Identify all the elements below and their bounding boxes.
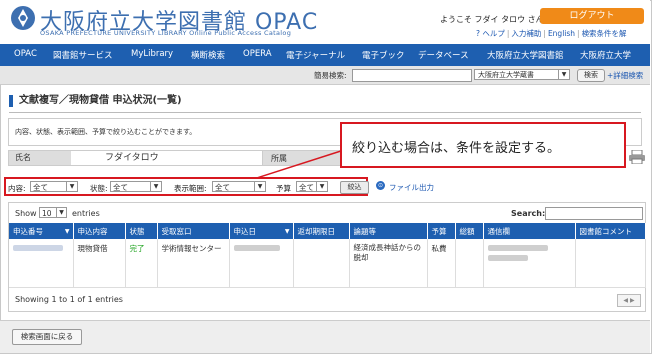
printer-icon[interactable] — [628, 150, 646, 164]
sort-desc-icon: ▼ — [284, 228, 290, 235]
name-value: フダイタロウ — [105, 153, 159, 163]
filter-status-select[interactable]: 全て ▼ — [110, 181, 162, 192]
filter-range-select[interactable]: 全て ▼ — [212, 181, 266, 192]
nav-item-opac[interactable]: OPAC — [14, 49, 37, 59]
user-name-row: 氏名 フダイタロウ — [8, 150, 282, 166]
site-brand-subtitle: OSAKA PREFECTURE UNIVERSITY LIBRARY Onli… — [40, 29, 292, 37]
col-header-budget[interactable]: 予算 — [427, 223, 456, 239]
table-search-label: Search: — [511, 209, 546, 218]
show-label: Show — [15, 209, 37, 218]
filter-content-select[interactable]: 全て ▼ — [30, 181, 78, 192]
department-label: 所属 — [271, 154, 287, 163]
filter-budget-value: 全て — [299, 183, 314, 192]
cell-total — [455, 239, 484, 288]
file-output-icon[interactable]: ⊙ — [376, 181, 385, 190]
input-assist-link[interactable]: 入力補助 — [511, 29, 541, 38]
filter-content-value: 全て — [33, 183, 48, 192]
col-header-status[interactable]: 状態 — [125, 223, 158, 239]
col-header-total[interactable]: 総額 — [455, 223, 484, 239]
site-header: 大阪府立大学図書館 OPAC OSAKA PREFECTURE UNIVERSI… — [0, 0, 650, 44]
chevron-down-icon: ▼ — [254, 182, 265, 191]
filter-range-label: 表示範囲: — [174, 184, 207, 193]
chevron-down-icon: ▼ — [558, 70, 569, 80]
page-title: 文献複写／現物貸借 申込状況(一覧) — [9, 95, 182, 107]
col-header-library-comment[interactable]: 図書館コメント — [575, 223, 646, 239]
title-divider — [9, 112, 641, 113]
table-info-text: Showing 1 to 1 of 1 entries — [15, 295, 123, 304]
help-link[interactable]: ? ヘルプ — [476, 29, 505, 38]
english-link[interactable]: English — [548, 29, 575, 38]
quick-search-button[interactable]: 検索 — [577, 69, 605, 82]
quick-search-bar: 簡易検索: 大阪府立大学蔵書 ▼ 検索 +詳細検索 — [0, 66, 650, 85]
back-to-search-button[interactable]: 検索画面に戻る — [12, 329, 82, 345]
cell-comm — [483, 239, 576, 288]
chevron-down-icon: ▼ — [150, 182, 161, 191]
nav-item-database[interactable]: データベース — [418, 49, 469, 61]
clear-conditions-link[interactable]: 検索条件を解 — [582, 29, 627, 38]
filter-budget-select[interactable]: 全て ▼ — [296, 181, 328, 192]
callout-box: 絞り込む場合は、条件を設定する。 — [340, 122, 626, 168]
footer-bar: 検索画面に戻る — [0, 320, 650, 353]
welcome-text: ようこそ フダイ タロウ さん — [440, 15, 544, 24]
filter-range-value: 全て — [215, 183, 230, 192]
cell-status: 完了 — [125, 239, 158, 288]
cell-title: 経済成長神話からの脱却 — [349, 239, 428, 288]
col-header-request-content[interactable]: 申込内容 — [73, 223, 126, 239]
table-search-input[interactable] — [545, 207, 643, 220]
table-row[interactable]: 現物貸借 完了 学術情報センター 経済成長神話からの脱却 私費 — [9, 239, 646, 288]
name-label: 氏名 — [9, 151, 71, 165]
filter-budget-label: 予算 — [276, 184, 291, 193]
cell-due-date — [293, 239, 350, 288]
filter-content-label: 内容: — [8, 184, 26, 193]
file-output-link[interactable]: ファイル出力 — [389, 182, 434, 193]
quick-search-label: 簡易検索: — [314, 71, 347, 80]
filter-apply-button[interactable]: 絞込 — [340, 181, 369, 194]
cell-request-content: 現物貸借 — [73, 239, 126, 288]
nav-item-cross-search[interactable]: 横断検索 — [191, 49, 225, 61]
nav-item-ebook[interactable]: 電子ブック — [362, 49, 405, 61]
nav-item-mylibrary[interactable]: MyLibrary — [131, 49, 173, 59]
logout-button[interactable]: ログアウト — [540, 8, 644, 24]
advanced-search-link[interactable]: +詳細検索 — [607, 70, 643, 81]
quick-search-scope-value: 大阪府立大学蔵書 — [478, 71, 534, 79]
top-links: ? ヘルプ | 入力補助 | English | 検索条件を解 — [476, 29, 627, 38]
callout-text: 絞り込む場合は、条件を設定する。 — [352, 141, 561, 156]
chevron-down-icon: ▼ — [56, 208, 66, 217]
table-header-row: 申込番号 ▼ 申込内容 状態 受取窓口 申込日 ▼ 返却期限日 論題等 予算 総額 … — [9, 223, 646, 239]
col-header-request-no[interactable]: 申込番号 ▼ — [9, 223, 74, 239]
nav-item-university[interactable]: 大阪府立大学 — [580, 49, 631, 61]
cell-request-date — [229, 239, 294, 288]
page-length-select[interactable]: 10 ▼ — [39, 207, 67, 218]
col-header-pickup[interactable]: 受取窓口 — [157, 223, 230, 239]
quick-search-scope-select[interactable]: 大阪府立大学蔵書 ▼ — [474, 69, 570, 80]
info-text: 内容、状態、表示範囲、予算で絞り込むことができます。 — [15, 128, 197, 136]
results-table: 申込番号 ▼ 申込内容 状態 受取窓口 申込日 ▼ 返却期限日 論題等 予算 総額 … — [9, 223, 646, 288]
nav-item-university-library[interactable]: 大阪府立大学図書館 — [487, 49, 564, 61]
results-panel: Show 10 ▼ entries Search: 申込番号 ▼ 申込内容 状態 受… — [8, 202, 646, 312]
col-header-request-date[interactable]: 申込日 ▼ — [229, 223, 294, 239]
col-header-due-date[interactable]: 返却期限日 — [293, 223, 350, 239]
sort-desc-icon: ▼ — [64, 228, 70, 235]
filter-status-label: 状態: — [90, 184, 108, 193]
col-header-title[interactable]: 論題等 — [349, 223, 428, 239]
filter-bar: 内容: 全て ▼ 状態: 全て ▼ 表示範囲: 全て ▼ 予算 全て ▼ 絞込 — [4, 177, 369, 196]
cell-library-comment — [575, 239, 646, 288]
nav-item-ejournal[interactable]: 電子ジャーナル — [286, 49, 345, 61]
page-length-value: 10 — [42, 209, 52, 218]
chevron-down-icon: ▼ — [316, 182, 327, 191]
filter-status-value: 全て — [113, 183, 128, 192]
nav-item-library-services[interactable]: 図書館サービス — [53, 49, 113, 61]
library-logo-icon — [11, 6, 35, 30]
quick-search-input[interactable] — [352, 69, 472, 82]
cell-budget: 私費 — [427, 239, 456, 288]
entries-label: entries — [72, 209, 100, 218]
pagination-controls[interactable]: ◀ ▶ — [617, 294, 641, 307]
cell-request-no[interactable] — [9, 239, 74, 288]
main-nav: OPAC 図書館サービス MyLibrary 横断検索 OPERA 電子ジャーナ… — [0, 44, 650, 66]
cell-pickup: 学術情報センター — [157, 239, 230, 288]
chevron-down-icon: ▼ — [66, 182, 77, 191]
nav-item-opera[interactable]: OPERA — [243, 49, 272, 59]
col-header-comm[interactable]: 通信欄 — [483, 223, 576, 239]
